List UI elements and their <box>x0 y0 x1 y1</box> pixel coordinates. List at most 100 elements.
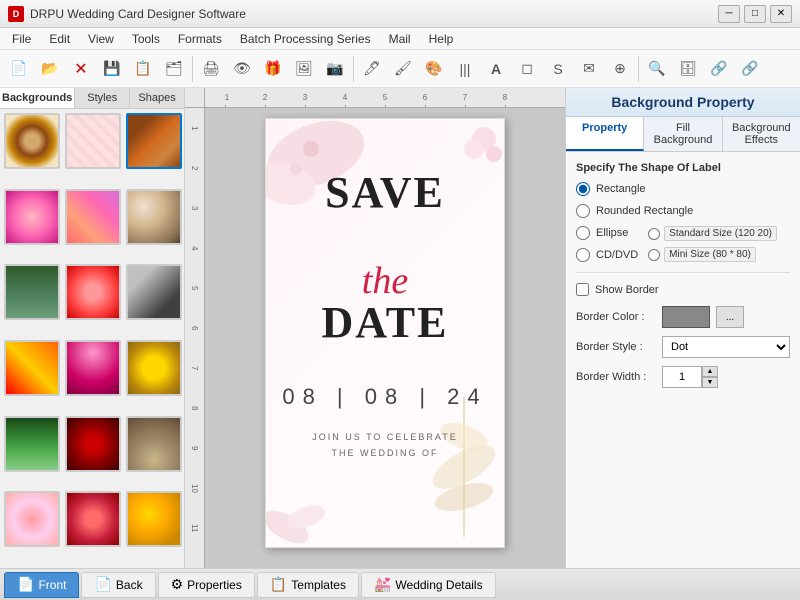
border-style-select[interactable]: Dot Solid Dash Dash-Dot Dash-Dot-Dot <box>662 336 790 358</box>
toolbar-export[interactable]: 🎁 <box>258 54 288 84</box>
toolbar-close[interactable]: ✕ <box>66 54 96 84</box>
toolbar-text[interactable]: A <box>481 54 511 84</box>
main-area: Backgrounds Styles Shapes <box>0 88 800 568</box>
shape-left-col: Ellipse CD/DVD <box>576 226 638 262</box>
menu-help[interactable]: Help <box>421 30 462 48</box>
spinner-down-button[interactable]: ▼ <box>702 377 718 388</box>
menu-batch[interactable]: Batch Processing Series <box>232 30 379 48</box>
card-numbers-text: 08 | 08 | 24 <box>266 384 504 410</box>
toolbar-shape[interactable]: ◻ <box>512 54 542 84</box>
bg-item-17[interactable] <box>65 491 121 547</box>
tab-backgrounds[interactable]: Backgrounds <box>0 88 75 108</box>
tab-front[interactable]: 📄 Front <box>4 572 79 598</box>
tab-properties[interactable]: ⚙ Properties <box>158 572 255 598</box>
toolbar-link[interactable]: 🔗 <box>704 54 734 84</box>
bg-item-9[interactable] <box>126 264 182 320</box>
app-icon: D <box>8 6 24 22</box>
toolbar-print[interactable]: 🖨 <box>196 54 226 84</box>
toolbar-save[interactable]: 💾 <box>97 54 127 84</box>
tab-templates-icon: 📋 <box>270 576 287 593</box>
card-canvas[interactable]: SAVE the DATE 08 | 08 | 24 JOIN US TO CE… <box>265 118 505 548</box>
maximize-button[interactable]: □ <box>744 5 766 23</box>
menu-tools[interactable]: Tools <box>124 30 168 48</box>
bg-item-7[interactable] <box>4 264 60 320</box>
toolbar-scan[interactable]: 📷 <box>320 54 350 84</box>
tab-templates[interactable]: 📋 Templates <box>257 572 359 598</box>
close-button[interactable]: ✕ <box>770 5 792 23</box>
tab-background-effects[interactable]: Background Effects <box>723 117 800 151</box>
menu-formats[interactable]: Formats <box>170 30 230 48</box>
bg-item-10[interactable] <box>4 340 60 396</box>
bg-item-3[interactable] <box>126 113 182 169</box>
show-border-row: Show Border <box>576 283 790 296</box>
size-mini-radio[interactable] <box>648 249 660 261</box>
border-color-swatch[interactable] <box>662 306 710 328</box>
bg-item-8[interactable] <box>65 264 121 320</box>
shape-rounded-radio[interactable] <box>576 204 590 218</box>
toolbar-pen[interactable]: 🖊 <box>357 54 387 84</box>
bg-item-11[interactable] <box>65 340 121 396</box>
toolbar-mail2[interactable]: ✉ <box>574 54 604 84</box>
tab-styles[interactable]: Styles <box>75 88 130 108</box>
menu-edit[interactable]: Edit <box>41 30 78 48</box>
border-style-label: Border Style : <box>576 341 656 353</box>
shape-ellipse-row: Ellipse <box>576 226 638 240</box>
tab-wedding-details[interactable]: 💒 Wedding Details <box>361 572 496 598</box>
bg-item-6[interactable] <box>126 189 182 245</box>
shape-rectangle-radio[interactable] <box>576 182 590 196</box>
bg-item-15[interactable] <box>126 416 182 472</box>
minimize-button[interactable]: ─ <box>718 5 740 23</box>
toolbar-save-as[interactable]: 📋 <box>128 54 158 84</box>
size-standard-row: Standard Size (120 20) <box>648 226 777 241</box>
toolbar-barcode[interactable]: ||| <box>450 54 480 84</box>
tab-shapes[interactable]: Shapes <box>130 88 184 108</box>
bg-item-1[interactable] <box>4 113 60 169</box>
toolbar: 📄 📂 ✕ 💾 📋 🗂 🖨 👁 🎁 🖼 📷 🖊 🖌 🎨 ||| A ◻ S ✉ … <box>0 50 800 88</box>
tab-back-icon: 📄 <box>94 576 111 593</box>
bg-item-16[interactable] <box>4 491 60 547</box>
shape-ellipse-radio[interactable] <box>576 226 590 240</box>
size-standard-radio[interactable] <box>648 228 660 240</box>
bg-item-12[interactable] <box>126 340 182 396</box>
show-border-checkbox[interactable] <box>576 283 589 296</box>
toolbar-link2[interactable]: 🔗 <box>735 54 765 84</box>
tab-wedding-label: Wedding Details <box>395 578 482 592</box>
toolbar-cursor[interactable]: ⊕ <box>605 54 635 84</box>
right-panel-tabs: Property Fill Background Background Effe… <box>566 117 800 152</box>
menu-view[interactable]: View <box>80 30 122 48</box>
toolbar-new[interactable]: 📄 <box>4 54 34 84</box>
toolbar-db[interactable]: S <box>543 54 573 84</box>
bg-item-4[interactable] <box>4 189 60 245</box>
tab-property[interactable]: Property <box>566 117 644 151</box>
shape-rounded-row: Rounded Rectangle <box>576 204 790 218</box>
border-color-picker-button[interactable]: ... <box>716 306 744 328</box>
toolbar-zoom[interactable]: 🔍 <box>642 54 672 84</box>
divider-1 <box>576 272 790 273</box>
bg-item-2[interactable] <box>65 113 121 169</box>
bg-item-14[interactable] <box>65 416 121 472</box>
bg-item-18[interactable] <box>126 491 182 547</box>
toolbar-brush[interactable]: 🖌 <box>388 54 418 84</box>
tab-fill-background[interactable]: Fill Background <box>644 117 722 151</box>
size-standard-label: Standard Size (120 20) <box>664 226 777 241</box>
toolbar-open[interactable]: 📂 <box>35 54 65 84</box>
shape-cddvd-radio[interactable] <box>576 248 590 262</box>
sep-2 <box>353 56 354 82</box>
menu-mail[interactable]: Mail <box>381 30 419 48</box>
bg-item-13[interactable] <box>4 416 60 472</box>
toolbar-db2[interactable]: 🗄 <box>673 54 703 84</box>
app-title: DRPU Wedding Card Designer Software <box>30 7 246 21</box>
toolbar-color[interactable]: 🎨 <box>419 54 449 84</box>
background-grid <box>0 109 184 568</box>
border-width-input[interactable]: 1 <box>662 366 702 388</box>
menu-bar: File Edit View Tools Formats Batch Proce… <box>0 28 800 50</box>
toolbar-save2[interactable]: 🗂 <box>159 54 189 84</box>
bg-item-5[interactable] <box>65 189 121 245</box>
toolbar-image[interactable]: 🖼 <box>289 54 319 84</box>
menu-file[interactable]: File <box>4 30 39 48</box>
border-style-row: Border Style : Dot Solid Dash Dash-Dot D… <box>576 336 790 358</box>
size-mini-label: Mini Size (80 * 80) <box>664 247 756 262</box>
spinner-up-button[interactable]: ▲ <box>702 366 718 377</box>
tab-back[interactable]: 📄 Back <box>81 572 155 598</box>
toolbar-preview[interactable]: 👁 <box>227 54 257 84</box>
